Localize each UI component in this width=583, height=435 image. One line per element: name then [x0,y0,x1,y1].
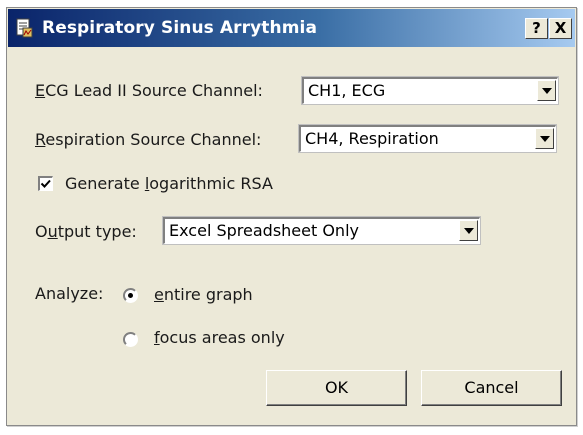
window-title: Respiratory Sinus Arrythmia [42,18,318,38]
chevron-down-icon[interactable] [535,128,554,149]
chevron-down-icon[interactable] [537,80,556,101]
respiration-source-value: CH4, Respiration [305,129,439,148]
entire-graph-radio[interactable] [123,288,138,303]
output-type-select[interactable]: Excel Spreadsheet Only [162,216,481,245]
logarithmic-rsa-checkbox[interactable] [38,176,53,191]
title-bar[interactable]: Respiratory Sinus Arrythmia ? X [8,9,575,47]
help-button[interactable]: ? [525,18,548,39]
respiration-source-label: Respiration Source Channel: [35,130,262,149]
entire-graph-label[interactable]: entire graph [154,285,253,304]
ok-button[interactable]: OK [266,370,407,406]
focus-areas-radio[interactable] [123,332,138,347]
ecg-source-value: CH1, ECG [308,81,386,100]
radio-selected-dot [128,293,133,298]
respiration-source-select[interactable]: CH4, Respiration [298,124,557,153]
ecg-source-select[interactable]: CH1, ECG [301,76,559,105]
analyze-label: Analyze: [35,284,104,303]
close-icon: X [554,19,567,37]
ecg-source-label: ECG Lead II Source Channel: [35,81,263,100]
rsa-dialog: Respiratory Sinus Arrythmia ? X ECG Lead… [6,7,577,426]
output-type-label: Output type: [35,222,137,241]
close-button[interactable]: X [549,18,572,39]
cancel-button[interactable]: Cancel [421,370,562,406]
logarithmic-rsa-label[interactable]: Generate logarithmic RSA [65,174,273,193]
document-chart-icon [14,18,34,38]
output-type-value: Excel Spreadsheet Only [169,221,359,240]
chevron-down-icon[interactable] [459,220,478,241]
focus-areas-label[interactable]: focus areas only [154,328,285,347]
checkmark-icon [40,179,51,188]
